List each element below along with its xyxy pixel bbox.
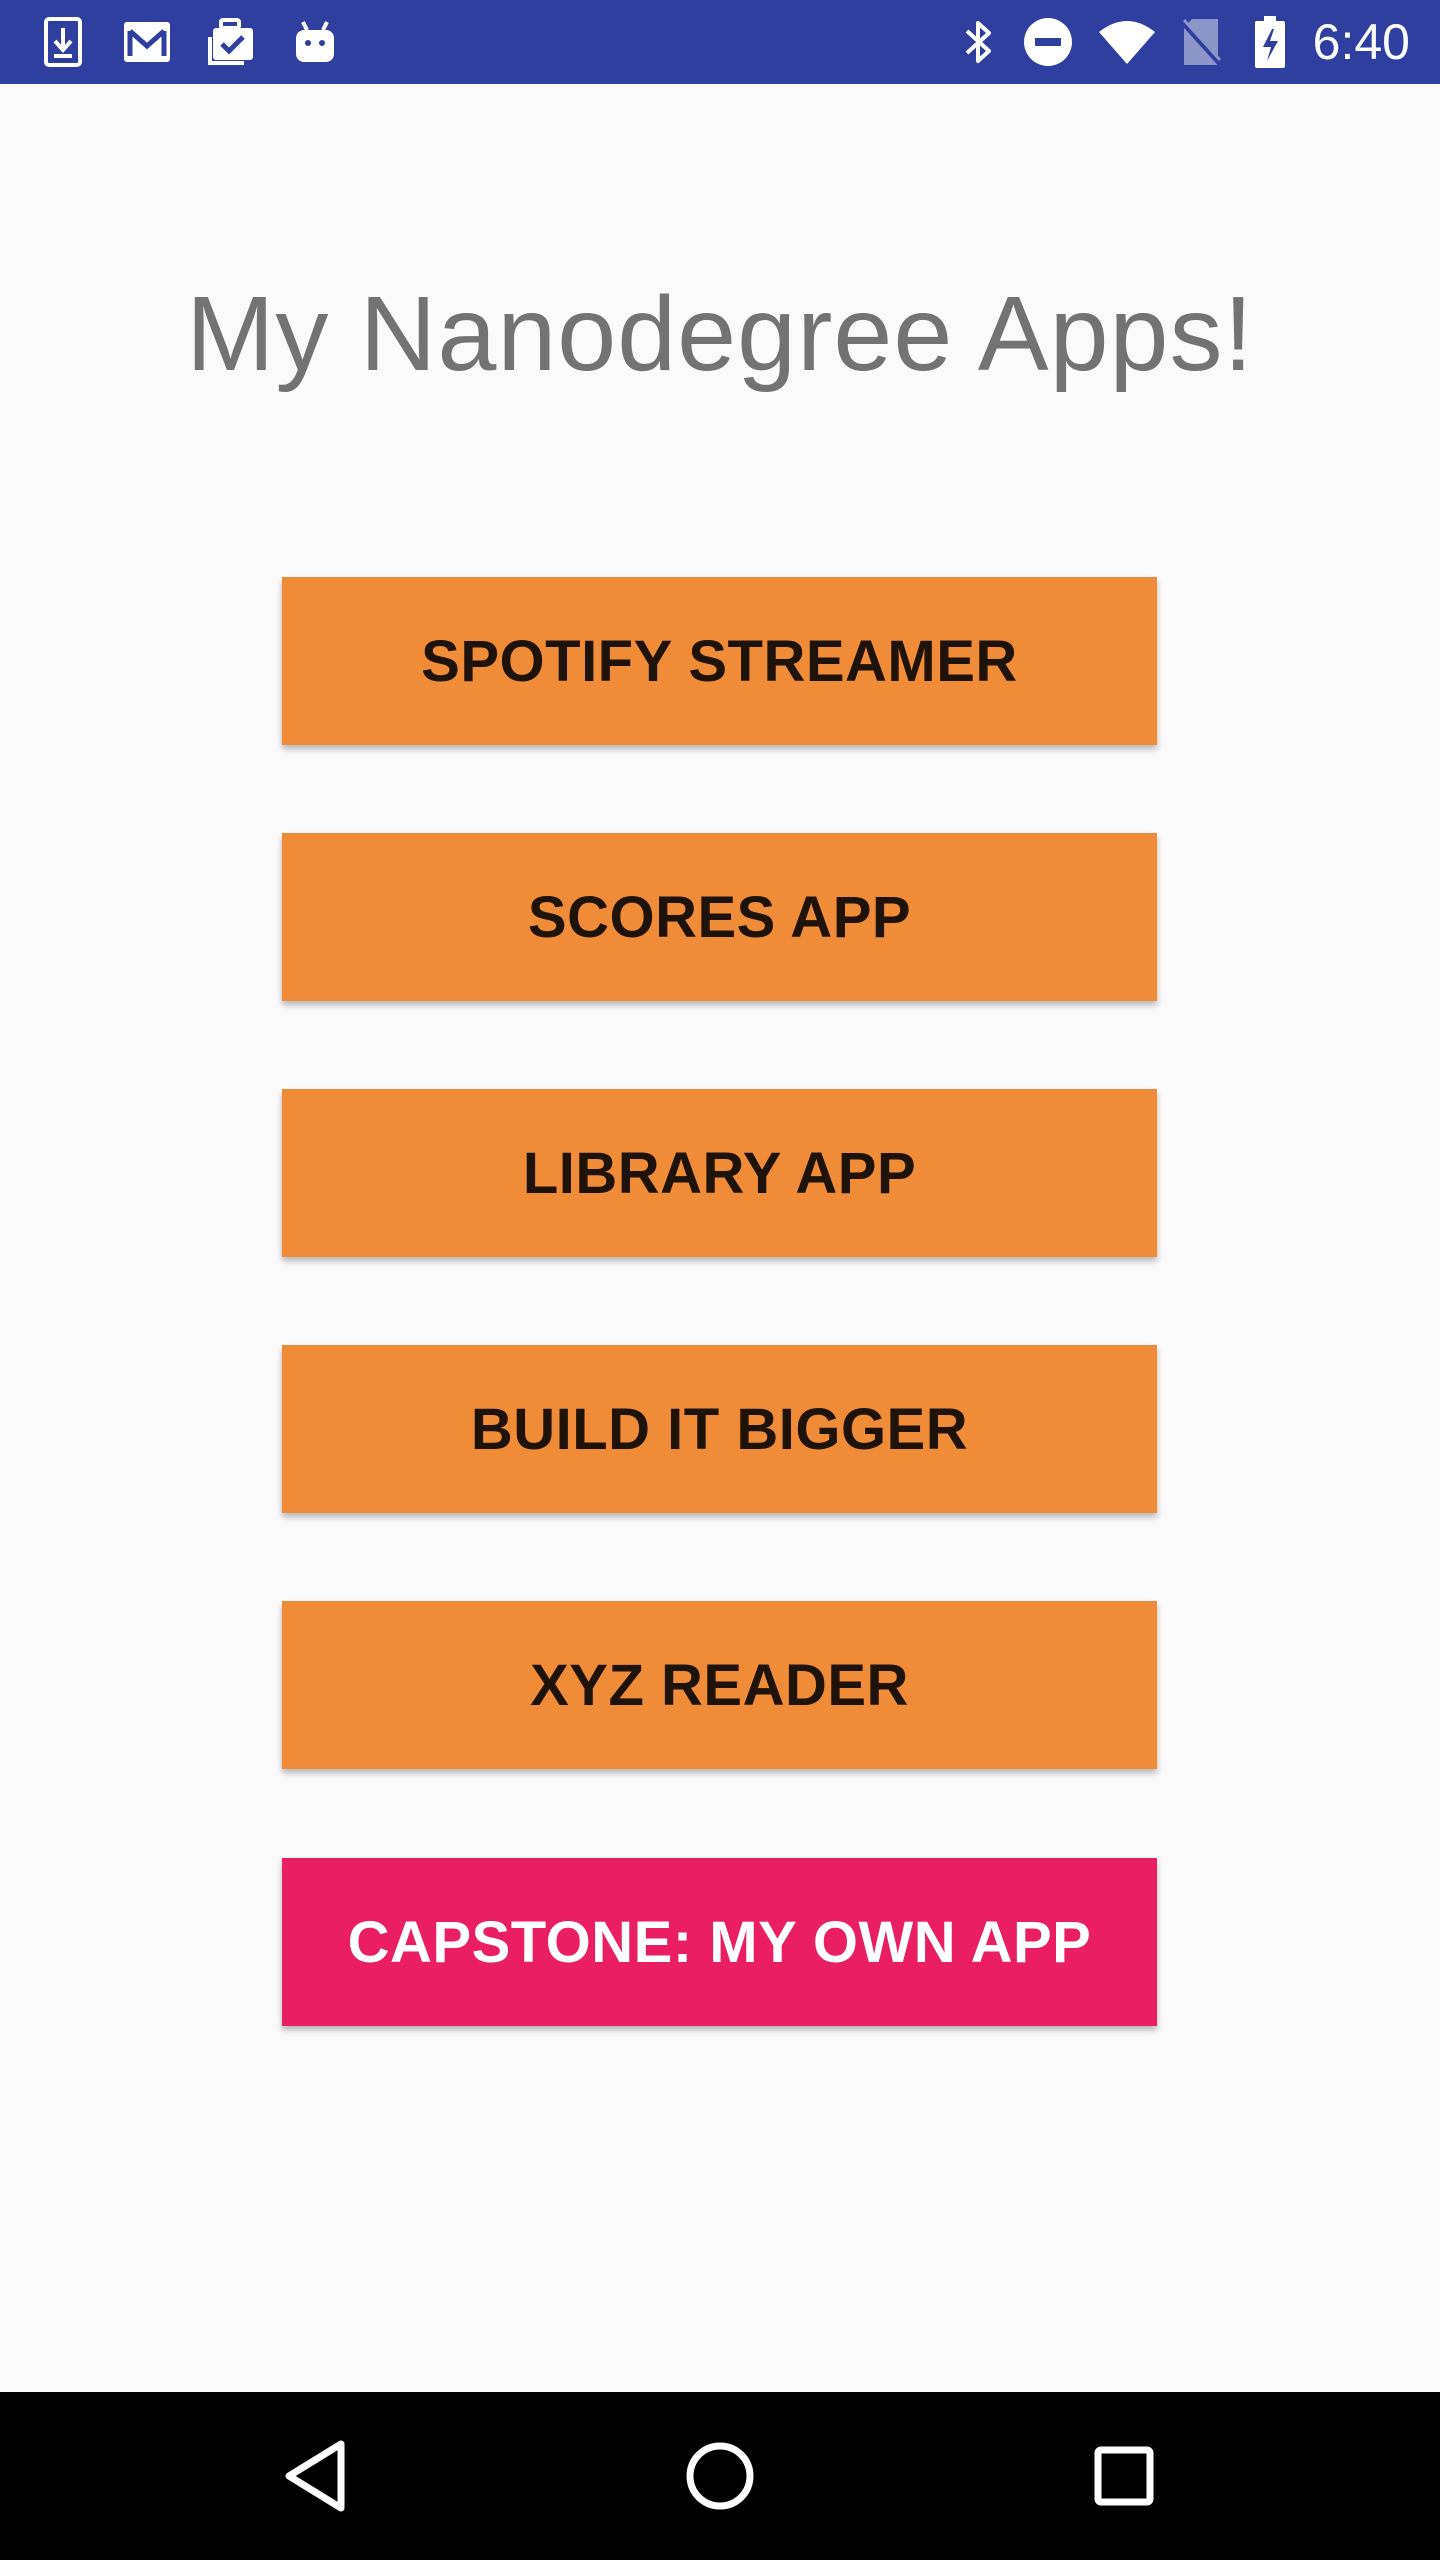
bluetooth-icon [958,14,998,70]
build-it-bigger-button[interactable]: BUILD IT BIGGER [282,1345,1157,1513]
scores-app-button[interactable]: SCORES APP [282,833,1157,1001]
home-icon[interactable] [670,2426,770,2526]
navigation-bar [0,2392,1440,2560]
page-title: My Nanodegree Apps! [186,275,1254,393]
tasks-icon [204,14,258,70]
battery-charging-icon [1252,14,1288,70]
recents-icon[interactable] [1074,2426,1174,2526]
clock-time: 6:40 [1312,14,1410,70]
status-bar: 6:40 [0,0,1440,84]
android-icon [292,14,338,70]
xyz-reader-button[interactable]: XYZ READER [282,1601,1157,1769]
main-content: My Nanodegree Apps! SPOTIFY STREAMER SCO… [0,84,1440,2392]
gmail-icon [120,14,174,70]
spotify-streamer-button[interactable]: SPOTIFY STREAMER [282,577,1157,745]
library-app-button[interactable]: LIBRARY APP [282,1089,1157,1257]
wifi-icon [1096,14,1158,70]
no-sim-icon [1178,14,1224,70]
download-icon [40,14,86,70]
back-icon[interactable] [266,2426,366,2526]
do-not-disturb-icon [1020,14,1076,70]
capstone-button[interactable]: CAPSTONE: MY OWN APP [282,1858,1157,2026]
